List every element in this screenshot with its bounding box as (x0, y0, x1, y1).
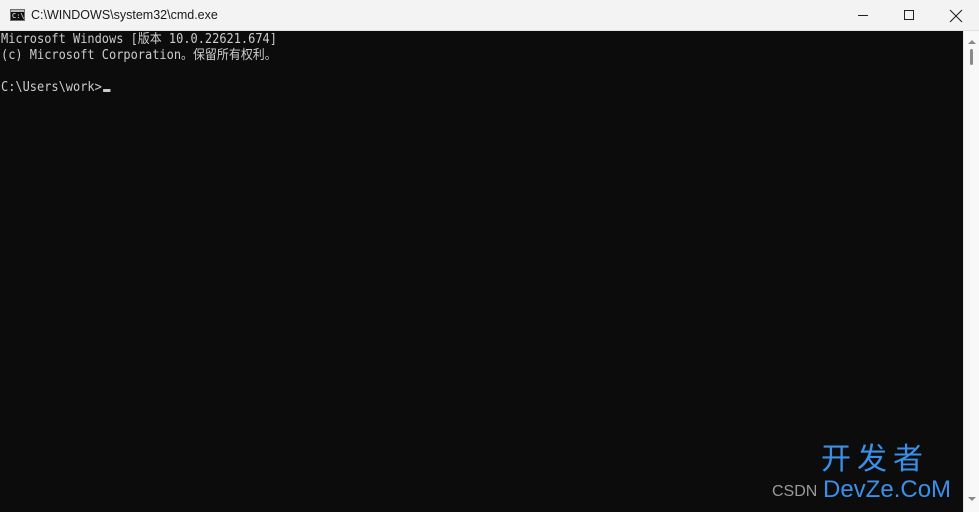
watermark-csdn: CSDN (772, 483, 818, 500)
vertical-scrollbar[interactable] (963, 31, 979, 512)
scroll-thumb[interactable] (970, 49, 973, 65)
console-prompt-line[interactable]: C:\Users\work> (1, 80, 111, 96)
close-button[interactable] (933, 0, 979, 31)
window-title: C:\WINDOWS\system32\cmd.exe (31, 8, 218, 22)
close-icon (949, 9, 963, 23)
console-line-copyright: (c) Microsoft Corporation。保留所有权利。 (1, 48, 277, 63)
scroll-down-arrow-icon[interactable] (968, 497, 976, 501)
minimize-icon (858, 15, 868, 16)
watermark-brand: 开发者 (821, 442, 929, 477)
scroll-up-arrow-icon[interactable] (968, 40, 976, 44)
maximize-icon (904, 10, 914, 20)
watermark-domain: DevZe.CoM (823, 476, 952, 503)
cmd-icon-label: C:\_ (12, 12, 29, 20)
console-output[interactable]: Microsoft Windows [版本 10.0.22621.674] (c… (0, 31, 963, 512)
console-line-version: Microsoft Windows [版本 10.0.22621.674] (1, 32, 277, 47)
title-bar[interactable]: C:\_ C:\WINDOWS\system32\cmd.exe (0, 0, 979, 31)
maximize-button[interactable] (886, 0, 932, 31)
minimize-button[interactable] (840, 0, 886, 31)
cmd-icon[interactable]: C:\_ (10, 9, 29, 21)
text-cursor (102, 89, 111, 92)
cmd-window: C:\_ C:\WINDOWS\system32\cmd.exe Microso… (0, 0, 979, 512)
command-prompt: C:\Users\work> (1, 80, 102, 95)
